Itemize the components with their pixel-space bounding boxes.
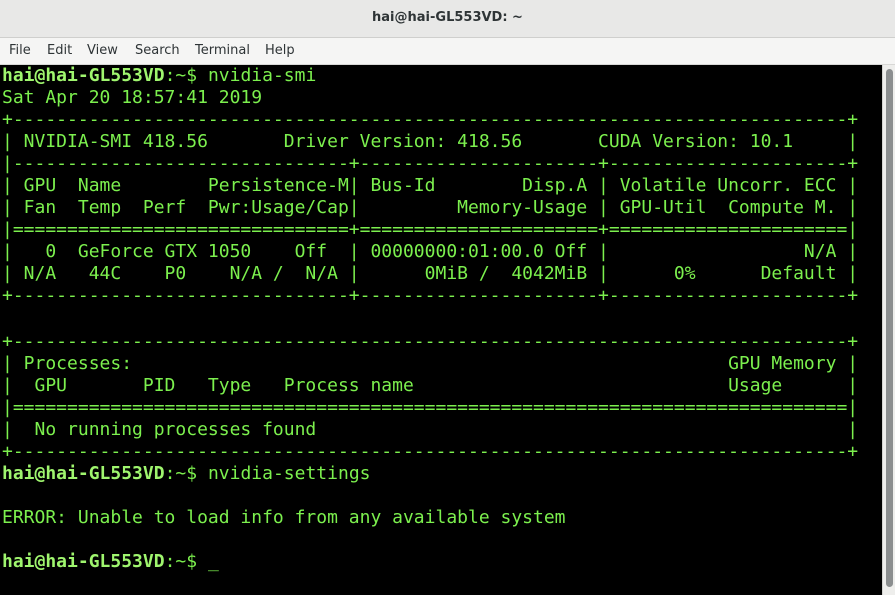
smi-line: |===============================+=======… <box>2 219 859 240</box>
prompt-path: :~ <box>164 463 187 484</box>
smi-line: |-------------------------------+-------… <box>2 153 859 174</box>
prompt-line-2: hai@hai-GL553VD:~$ nvidia-settings <box>2 463 371 485</box>
menu-terminal[interactable]: Terminal <box>195 43 250 58</box>
title-bar[interactable]: hai@hai-GL553VD: ~ <box>0 0 895 38</box>
smi-line: | No running processes found | <box>2 419 859 440</box>
prompt-user: hai@hai-GL553VD <box>2 65 165 86</box>
prompt-line-3: hai@hai-GL553VD:~$ _ <box>2 551 219 573</box>
prompt-path: :~ <box>164 65 187 86</box>
prompt-user: hai@hai-GL553VD <box>2 463 165 484</box>
prompt-symbol: $ <box>186 463 208 484</box>
prompt-symbol: $ <box>186 551 208 572</box>
vertical-scrollbar[interactable] <box>882 65 895 595</box>
error-line: ERROR: Unable to load info from any avai… <box>2 507 566 528</box>
smi-line: +---------------------------------------… <box>2 109 859 130</box>
command-text: nvidia-settings <box>207 463 371 484</box>
smi-line: | N/A 44C P0 N/A / N/A | 0MiB / 4042MiB … <box>2 263 859 284</box>
terminal-output[interactable]: hai@hai-GL553VD:~$ nvidia-smi Sat Apr 20… <box>0 65 882 595</box>
smi-line: | 0 GeForce GTX 1050 Off | 00000000:01:0… <box>2 241 859 262</box>
smi-line: +-------------------------------+-------… <box>2 285 859 306</box>
smi-line: | GPU PID Type Process name Usage | <box>2 375 859 396</box>
smi-line: | GPU Name Persistence-M| Bus-Id Disp.A … <box>2 175 859 196</box>
smi-line: |=======================================… <box>2 397 859 418</box>
menu-file[interactable]: File <box>9 43 31 58</box>
scrollbar-thumb[interactable] <box>886 69 893 587</box>
menu-bar: File Edit View Search Terminal Help <box>0 38 895 65</box>
window-title: hai@hai-GL553VD: ~ <box>372 10 523 25</box>
date-line: Sat Apr 20 18:57:41 2019 <box>2 87 263 108</box>
prompt-user: hai@hai-GL553VD <box>2 551 165 572</box>
smi-line: | Fan Temp Perf Pwr:Usage/Cap| Memory-Us… <box>2 197 859 218</box>
prompt-symbol: $ <box>186 65 208 86</box>
menu-help[interactable]: Help <box>265 43 295 58</box>
smi-line: +---------------------------------------… <box>2 441 859 462</box>
prompt-path: :~ <box>164 551 187 572</box>
command-text: nvidia-smi <box>207 65 317 86</box>
text-cursor: _ <box>207 551 219 572</box>
prompt-line-1: hai@hai-GL553VD:~$ nvidia-smi <box>2 65 316 87</box>
smi-line: +---------------------------------------… <box>2 331 859 352</box>
menu-search[interactable]: Search <box>135 43 180 58</box>
smi-line: | NVIDIA-SMI 418.56 Driver Version: 418.… <box>2 131 859 152</box>
smi-line: | Processes: GPU Memory | <box>2 353 859 374</box>
menu-view[interactable]: View <box>87 43 118 58</box>
menu-edit[interactable]: Edit <box>47 43 72 58</box>
